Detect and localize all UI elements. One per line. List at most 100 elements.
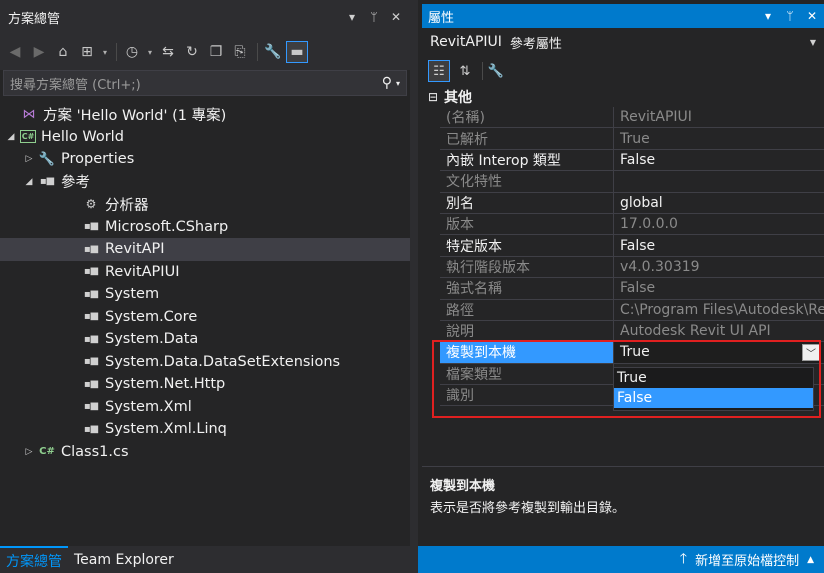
property-name[interactable]: 別名 bbox=[440, 192, 614, 214]
collapse-icon[interactable]: ⊟ bbox=[422, 90, 444, 104]
panel-splitter[interactable] bbox=[410, 0, 418, 573]
tree-item-label: System.Data bbox=[105, 331, 199, 348]
tree-item[interactable]: ▪■ System.Net.Http bbox=[0, 373, 410, 396]
caret-up-icon[interactable]: ▲ bbox=[807, 555, 814, 565]
property-row[interactable]: (名稱) RevitAPIUI bbox=[422, 107, 824, 129]
property-value[interactable]: global bbox=[614, 193, 824, 214]
tree-item[interactable]: ◢ C# Hello World bbox=[0, 126, 410, 149]
property-row[interactable]: 文化特性 bbox=[422, 171, 824, 193]
tree-item[interactable]: ▪■ Microsoft.CSharp bbox=[0, 216, 410, 239]
property-row[interactable]: 別名 global bbox=[422, 192, 824, 214]
tree-item[interactable]: ◢ ▪■ 參考 bbox=[0, 171, 410, 194]
back-icon[interactable]: ◀ bbox=[4, 41, 26, 63]
property-name[interactable]: 特定版本 bbox=[440, 235, 614, 257]
window-position-dropdown-icon[interactable]: ▾ bbox=[762, 9, 774, 23]
close-icon[interactable]: ✕ bbox=[806, 9, 818, 23]
property-name[interactable]: 執行階段版本 bbox=[440, 256, 614, 279]
csharp-project-icon: C# bbox=[20, 130, 36, 144]
refresh-icon[interactable]: ↻ bbox=[181, 41, 203, 63]
forward-icon[interactable]: ▶ bbox=[28, 41, 50, 63]
property-row[interactable]: 內嵌 Interop 類型 False bbox=[422, 149, 824, 172]
property-value[interactable]: False bbox=[614, 235, 824, 257]
property-value[interactable]: True bbox=[614, 128, 824, 150]
property-name[interactable]: 版本 bbox=[440, 213, 614, 236]
property-name[interactable]: 識別 bbox=[440, 385, 614, 407]
tree-item[interactable]: ▪■ System.Core bbox=[0, 306, 410, 329]
pin-icon[interactable]: ᛘ bbox=[368, 10, 380, 24]
categorized-icon[interactable]: ☷ bbox=[428, 60, 450, 82]
row-margin bbox=[422, 107, 440, 128]
property-row[interactable]: 複製到本機 True ﹀ bbox=[422, 342, 824, 364]
expanded-arrow-icon[interactable]: ◢ bbox=[4, 132, 18, 142]
property-row[interactable]: 版本 17.0.0.0 bbox=[422, 213, 824, 236]
property-name[interactable]: 說明 bbox=[440, 320, 614, 343]
dropdown-option-true[interactable]: True bbox=[614, 368, 813, 388]
chevron-down-icon[interactable]: ﹀ bbox=[802, 343, 820, 361]
collapsed-arrow-icon[interactable]: ▷ bbox=[22, 447, 36, 457]
search-box[interactable]: 搜尋方案總管 (Ctrl+;) ⚲ ▾ bbox=[3, 70, 407, 96]
property-name[interactable]: 強式名稱 bbox=[440, 278, 614, 300]
property-name[interactable]: 複製到本機 bbox=[440, 342, 614, 364]
search-options-dropdown-icon[interactable]: ▾ bbox=[396, 79, 400, 88]
property-value[interactable]: RevitAPIUI bbox=[614, 107, 824, 129]
property-value[interactable]: 17.0.0.0 bbox=[614, 214, 824, 236]
show-all-files-icon[interactable]: ⎘ bbox=[229, 41, 251, 63]
property-value[interactable]: False bbox=[614, 278, 824, 300]
alphabetical-icon[interactable]: ⇅ bbox=[454, 60, 476, 82]
dropdown-option-false[interactable]: False bbox=[614, 388, 813, 408]
property-row[interactable]: 強式名稱 False bbox=[422, 278, 824, 300]
tab-team-explorer[interactable]: Team Explorer bbox=[68, 546, 180, 573]
history-dropdown-icon[interactable]: ▾ bbox=[145, 41, 155, 63]
property-pages-icon[interactable]: 🔧 bbox=[485, 60, 507, 82]
properties-icon[interactable]: 🔧 bbox=[262, 41, 284, 63]
property-name[interactable]: 檔案類型 bbox=[440, 363, 614, 386]
search-icon[interactable]: ⚲ bbox=[382, 75, 392, 91]
search-input[interactable]: 搜尋方案總管 (Ctrl+;) bbox=[10, 74, 382, 93]
home-icon[interactable]: ⌂ bbox=[52, 41, 74, 63]
tab-solution-explorer[interactable]: 方案總管 bbox=[0, 546, 68, 573]
tree-item[interactable]: ⋈ 方案 'Hello World' (1 專案) bbox=[0, 103, 410, 126]
property-row[interactable]: 路徑 C:\Program Files\Autodesk\Rev bbox=[422, 299, 824, 321]
property-row[interactable]: 說明 Autodesk Revit UI API bbox=[422, 320, 824, 343]
property-name[interactable]: 路徑 bbox=[440, 299, 614, 321]
tree-item[interactable]: ⚙ 分析器 bbox=[0, 193, 410, 216]
property-value[interactable]: v4.0.30319 bbox=[614, 257, 824, 279]
tree-item[interactable]: ▷ C# Class1.cs bbox=[0, 441, 410, 464]
tree-item[interactable]: ▪■ RevitAPI bbox=[0, 238, 410, 261]
tree-item[interactable]: ▪■ System.Data.DataSetExtensions bbox=[0, 351, 410, 374]
tree-item[interactable]: ▪■ System.Xml.Linq bbox=[0, 418, 410, 441]
switch-views-dropdown-icon[interactable]: ▾ bbox=[100, 41, 110, 63]
tree-item[interactable]: ▪■ System.Xml bbox=[0, 396, 410, 419]
pin-icon[interactable]: ᛘ bbox=[784, 9, 796, 23]
switch-views-icon[interactable]: ⊞ bbox=[76, 41, 98, 63]
property-name[interactable]: 文化特性 bbox=[440, 171, 614, 193]
add-to-source-control-button[interactable]: 新增至原始檔控制 bbox=[695, 550, 799, 569]
expanded-arrow-icon[interactable]: ◢ bbox=[22, 177, 36, 187]
property-value[interactable]: Autodesk Revit UI API bbox=[614, 321, 824, 343]
tree-item[interactable]: ▪■ System.Data bbox=[0, 328, 410, 351]
property-row[interactable]: 特定版本 False bbox=[422, 235, 824, 257]
window-position-dropdown-icon[interactable]: ▾ bbox=[346, 10, 358, 24]
property-name[interactable]: (名稱) bbox=[440, 107, 614, 129]
property-name[interactable]: 內嵌 Interop 類型 bbox=[440, 149, 614, 172]
tree-item[interactable]: ▷ 🔧 Properties bbox=[0, 148, 410, 171]
close-icon[interactable]: ✕ bbox=[390, 10, 402, 24]
category-header[interactable]: ⊟ 其他 bbox=[422, 86, 824, 107]
property-value[interactable]: C:\Program Files\Autodesk\Rev bbox=[614, 300, 824, 321]
property-value[interactable]: False bbox=[614, 150, 824, 172]
property-value[interactable]: True ﹀ bbox=[614, 342, 824, 364]
object-selector[interactable]: RevitAPIUI 參考屬性 ▼ bbox=[422, 29, 824, 55]
sync-icon[interactable]: ⇆ bbox=[157, 41, 179, 63]
chevron-down-icon[interactable]: ▼ bbox=[810, 38, 816, 47]
tree-item-label: RevitAPI bbox=[105, 241, 165, 258]
tree-item[interactable]: ▪■ RevitAPIUI bbox=[0, 261, 410, 284]
property-row[interactable]: 執行階段版本 v4.0.30319 bbox=[422, 256, 824, 279]
property-row[interactable]: 已解析 True bbox=[422, 128, 824, 150]
preview-icon[interactable]: ▬ bbox=[286, 41, 308, 63]
tree-item[interactable]: ▪■ System bbox=[0, 283, 410, 306]
collapse-all-icon[interactable]: ❐ bbox=[205, 41, 227, 63]
collapsed-arrow-icon[interactable]: ▷ bbox=[22, 154, 36, 164]
property-value[interactable] bbox=[614, 171, 824, 193]
property-name[interactable]: 已解析 bbox=[440, 128, 614, 150]
history-icon[interactable]: ◷ bbox=[121, 41, 143, 63]
